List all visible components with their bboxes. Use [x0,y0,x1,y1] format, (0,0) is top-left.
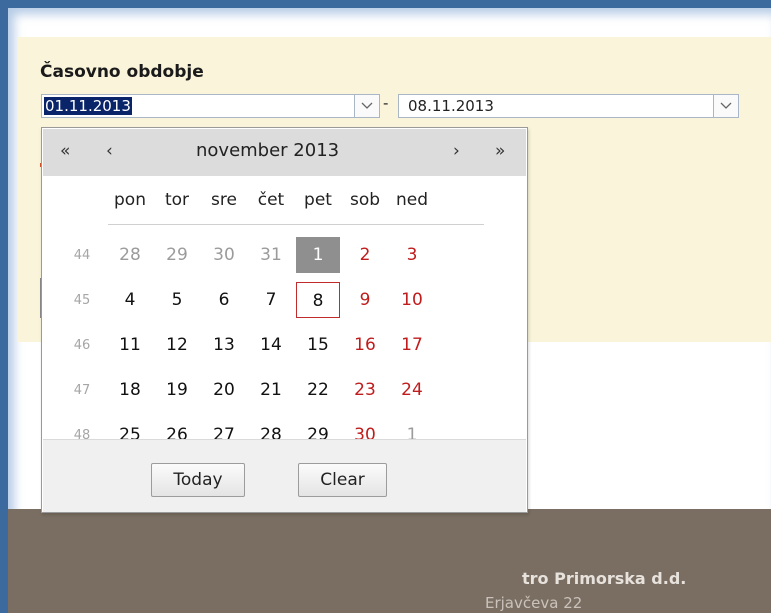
calendar-day[interactable]: 21 [249,372,293,408]
weekday-label: ned [395,190,429,210]
chevron-down-icon [361,102,373,109]
date-to-dropdown-button[interactable] [713,94,739,118]
calendar-day[interactable]: 5 [155,282,199,318]
period-label: Časovno obdobje [40,62,204,82]
prev-month-button[interactable]: ‹ [106,141,113,161]
weekday-label: pet [304,190,332,210]
week-number: 45 [73,293,91,308]
calendar-day[interactable]: 17 [390,327,434,363]
calendar-day[interactable]: 24 [390,372,434,408]
calendar-day[interactable]: 10 [390,282,434,318]
clear-button[interactable]: Clear [298,463,387,497]
calendar-day[interactable]: 19 [155,372,199,408]
date-to-value: 08.11.2013 [408,97,494,115]
date-from-value: 01.11.2013 [44,97,132,115]
calendar-day[interactable]: 9 [343,282,387,318]
date-range-separator: - [383,94,389,112]
month-title: november 2013 [196,140,340,161]
calendar-day[interactable]: 11 [108,327,152,363]
weekday-label: sre [211,190,237,210]
calendar-day[interactable]: 1 [296,237,340,273]
date-to-input[interactable]: 08.11.2013 [398,94,739,118]
calendar-day-other-month[interactable]: 30 [202,237,246,273]
calendar-day[interactable]: 18 [108,372,152,408]
prev-year-button[interactable]: « [60,141,70,161]
calendar-day[interactable]: 15 [296,327,340,363]
calendar-day-other-month[interactable]: 31 [249,237,293,273]
next-year-button[interactable]: » [495,141,505,161]
calendar-day[interactable]: 14 [249,327,293,363]
calendar-header: « ‹ november 2013 › » [43,129,526,176]
calendar-day[interactable]: 22 [296,372,340,408]
date-picker-popup: « ‹ november 2013 › » pon tor sre čet pet sob… [41,127,528,513]
calendar-day[interactable]: 3 [390,237,434,273]
week-number: 44 [73,248,91,263]
calendar-day[interactable]: 4 [108,282,152,318]
calendar-day[interactable]: 8 [296,282,340,318]
weekday-label: pon [114,190,146,210]
weekday-label: sob [349,190,381,210]
calendar-day[interactable]: 2 [343,237,387,273]
weekday-label: tor [164,190,190,210]
calendar-day[interactable]: 16 [343,327,387,363]
calendar-day[interactable]: 12 [155,327,199,363]
calendar-day[interactable]: 13 [202,327,246,363]
calendar-day[interactable]: 20 [202,372,246,408]
calendar-day[interactable]: 7 [249,282,293,318]
week-number: 47 [73,383,91,398]
calendar-day[interactable]: 23 [343,372,387,408]
date-from-dropdown-button[interactable] [354,94,380,118]
date-from-input[interactable]: 01.11.2013 [41,94,380,118]
footer-company-name: tro Primorska d.d. [522,569,687,588]
footer-street: Erjavčeva 22 [485,594,583,612]
weekday-divider [108,224,484,225]
chevron-down-icon [720,102,732,109]
page-footer [8,509,771,613]
calendar-day[interactable]: 6 [202,282,246,318]
today-button[interactable]: Today [151,463,245,497]
next-month-button[interactable]: › [453,141,460,161]
calendar-footer: Today Clear [43,439,526,512]
weekday-label: čet [257,190,285,210]
week-number: 46 [73,338,91,353]
calendar-day-other-month[interactable]: 28 [108,237,152,273]
calendar-day-other-month[interactable]: 29 [155,237,199,273]
